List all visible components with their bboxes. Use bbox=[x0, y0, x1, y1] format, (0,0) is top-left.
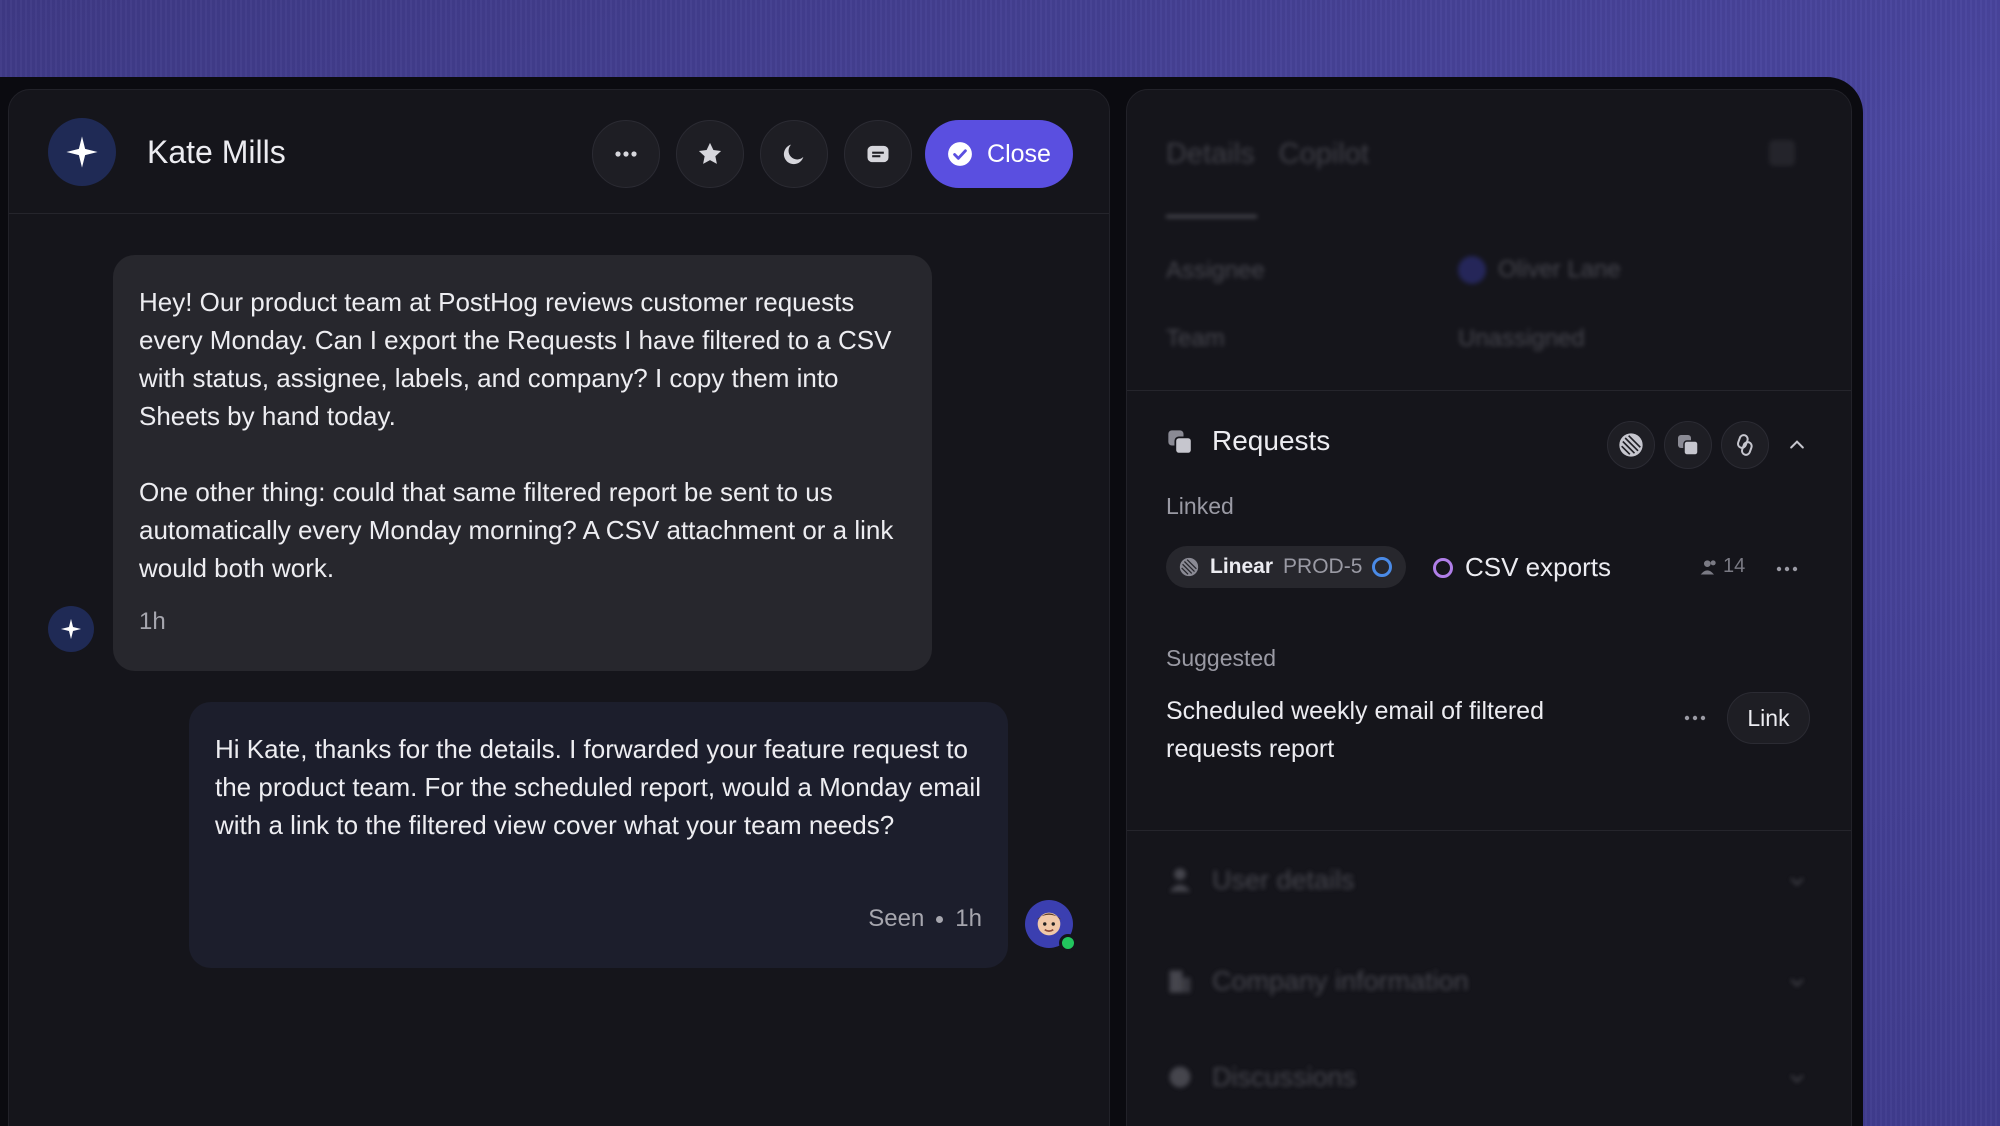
section-discussions[interactable]: Discussions bbox=[1212, 1062, 1356, 1093]
team-value[interactable]: Unassigned bbox=[1458, 325, 1585, 353]
star-icon bbox=[698, 142, 722, 164]
section-company-information[interactable]: Company information bbox=[1212, 966, 1469, 997]
sidebar-tabs: Details Copilot bbox=[1166, 138, 1369, 171]
sidebar-toggle-icon[interactable] bbox=[1769, 140, 1795, 166]
outgoing-message: Hi Kate, thanks for the details. I forwa… bbox=[189, 702, 1008, 968]
star-button[interactable] bbox=[676, 120, 744, 188]
more-options-button[interactable] bbox=[592, 120, 660, 188]
link-icon bbox=[1736, 434, 1753, 456]
linear-button[interactable] bbox=[1607, 421, 1655, 469]
requests-title: Requests bbox=[1212, 425, 1331, 456]
linked-request-title[interactable]: CSV exports bbox=[1465, 552, 1611, 583]
online-status-dot bbox=[1059, 934, 1077, 952]
contact-name[interactable]: Kate Mills bbox=[147, 134, 286, 171]
separator-dot bbox=[936, 915, 944, 923]
message-text: Hi Kate, thanks for the details. I forwa… bbox=[215, 734, 981, 840]
divider bbox=[1127, 390, 1851, 391]
message-paragraph: Hey! Our product team at PostHog reviews… bbox=[139, 287, 892, 431]
linked-request-more-icon[interactable] bbox=[1775, 565, 1799, 573]
suggested-label: Suggested bbox=[1166, 645, 1276, 671]
discussions-icon bbox=[1169, 1066, 1191, 1088]
suggested-request-more-icon[interactable] bbox=[1683, 714, 1707, 722]
conversation-panel: Kate Mills Close Hey! Our product team a… bbox=[8, 89, 1110, 1126]
building-icon bbox=[1169, 970, 1191, 993]
add-request-button[interactable] bbox=[1664, 421, 1712, 469]
assignee-label: Assignee bbox=[1166, 257, 1265, 284]
assignee-avatar bbox=[1458, 256, 1486, 284]
linear-icon bbox=[1179, 557, 1199, 577]
contact-message-avatar bbox=[48, 606, 94, 652]
message-timestamp: 1h bbox=[139, 608, 166, 635]
divider bbox=[1127, 830, 1851, 831]
requests-icon bbox=[1678, 435, 1699, 456]
linear-issue-id: PROD-5 bbox=[1283, 555, 1363, 578]
sparkle-icon bbox=[60, 618, 82, 640]
chevron-down-icon[interactable] bbox=[1787, 871, 1807, 891]
active-tab-indicator bbox=[1166, 215, 1257, 218]
close-button-label: Close bbox=[987, 139, 1051, 168]
user-icon bbox=[1169, 868, 1191, 892]
ellipsis-icon bbox=[615, 151, 637, 157]
chevron-down-icon[interactable] bbox=[1787, 972, 1807, 992]
suggested-request-title: Scheduled weekly email of filtered reque… bbox=[1166, 697, 1544, 763]
requests-icon bbox=[1168, 430, 1193, 455]
app-window: Kate Mills Close Hey! Our product team a… bbox=[0, 77, 1863, 1126]
assignee-value[interactable]: Oliver Lane bbox=[1458, 256, 1621, 284]
seen-label: Seen bbox=[868, 905, 925, 932]
ticket-icon bbox=[867, 145, 889, 163]
moon-icon bbox=[783, 144, 804, 165]
linear-issue-chip[interactable]: Linear PROD-5 bbox=[1166, 546, 1407, 588]
message-paragraph: One other thing: could that same filtere… bbox=[139, 477, 894, 583]
conversation-header: Kate Mills Close bbox=[9, 90, 1109, 214]
check-circle-icon bbox=[948, 142, 972, 166]
seen-status: Seen 1h bbox=[868, 900, 982, 938]
close-conversation-button[interactable]: Close bbox=[925, 120, 1073, 188]
snooze-button[interactable] bbox=[760, 120, 828, 188]
convert-ticket-button[interactable] bbox=[844, 120, 912, 188]
section-user-details[interactable]: User details bbox=[1212, 865, 1355, 896]
sparkle-icon bbox=[66, 136, 98, 168]
assignee-name: Oliver Lane bbox=[1498, 256, 1621, 283]
message-timestamp: 1h bbox=[955, 905, 982, 932]
people-icon bbox=[1700, 559, 1716, 574]
chevron-up-icon[interactable] bbox=[1787, 435, 1807, 455]
tab-details[interactable]: Details bbox=[1166, 138, 1255, 171]
details-sidebar: Details Copilot Assignee Oliver Lane Tea… bbox=[1126, 89, 1852, 1126]
linear-source: Linear bbox=[1210, 555, 1274, 578]
link-request-button[interactable] bbox=[1721, 421, 1769, 469]
issue-status-icon bbox=[1372, 557, 1393, 577]
votes-count: 14 bbox=[1723, 555, 1746, 577]
team-label: Team bbox=[1166, 325, 1225, 352]
linked-label: Linked bbox=[1166, 493, 1234, 519]
tab-copilot[interactable]: Copilot bbox=[1279, 138, 1369, 171]
agent-avatar bbox=[1025, 900, 1077, 952]
chevron-down-icon[interactable] bbox=[1787, 1068, 1807, 1088]
incoming-message: Hey! Our product team at PostHog reviews… bbox=[113, 255, 932, 671]
link-suggested-button[interactable]: Link bbox=[1727, 692, 1810, 744]
contact-avatar[interactable] bbox=[48, 118, 116, 186]
linear-icon bbox=[1619, 433, 1643, 457]
request-status-icon bbox=[1433, 558, 1453, 578]
request-votes: 14 bbox=[1699, 555, 1745, 578]
